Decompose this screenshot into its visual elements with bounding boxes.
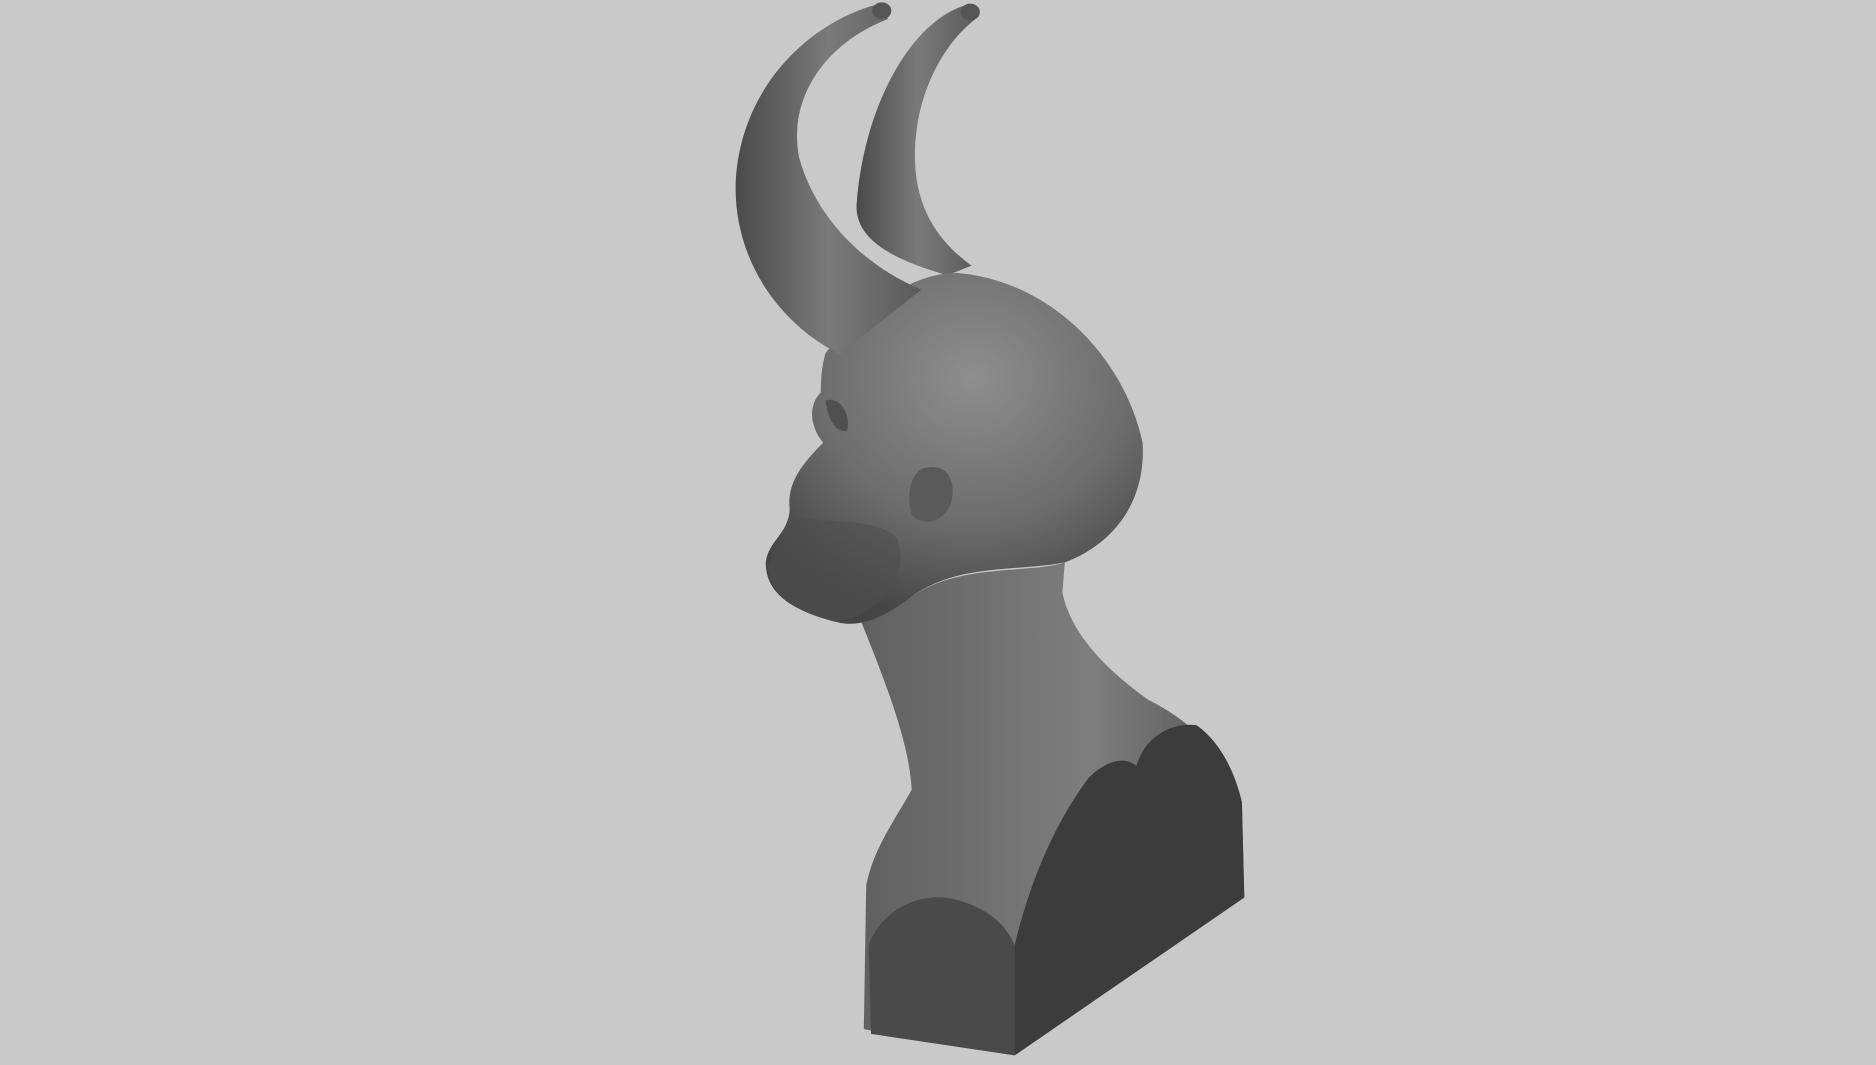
3d-viewport[interactable] xyxy=(0,0,1876,1065)
back-horn xyxy=(856,3,980,276)
